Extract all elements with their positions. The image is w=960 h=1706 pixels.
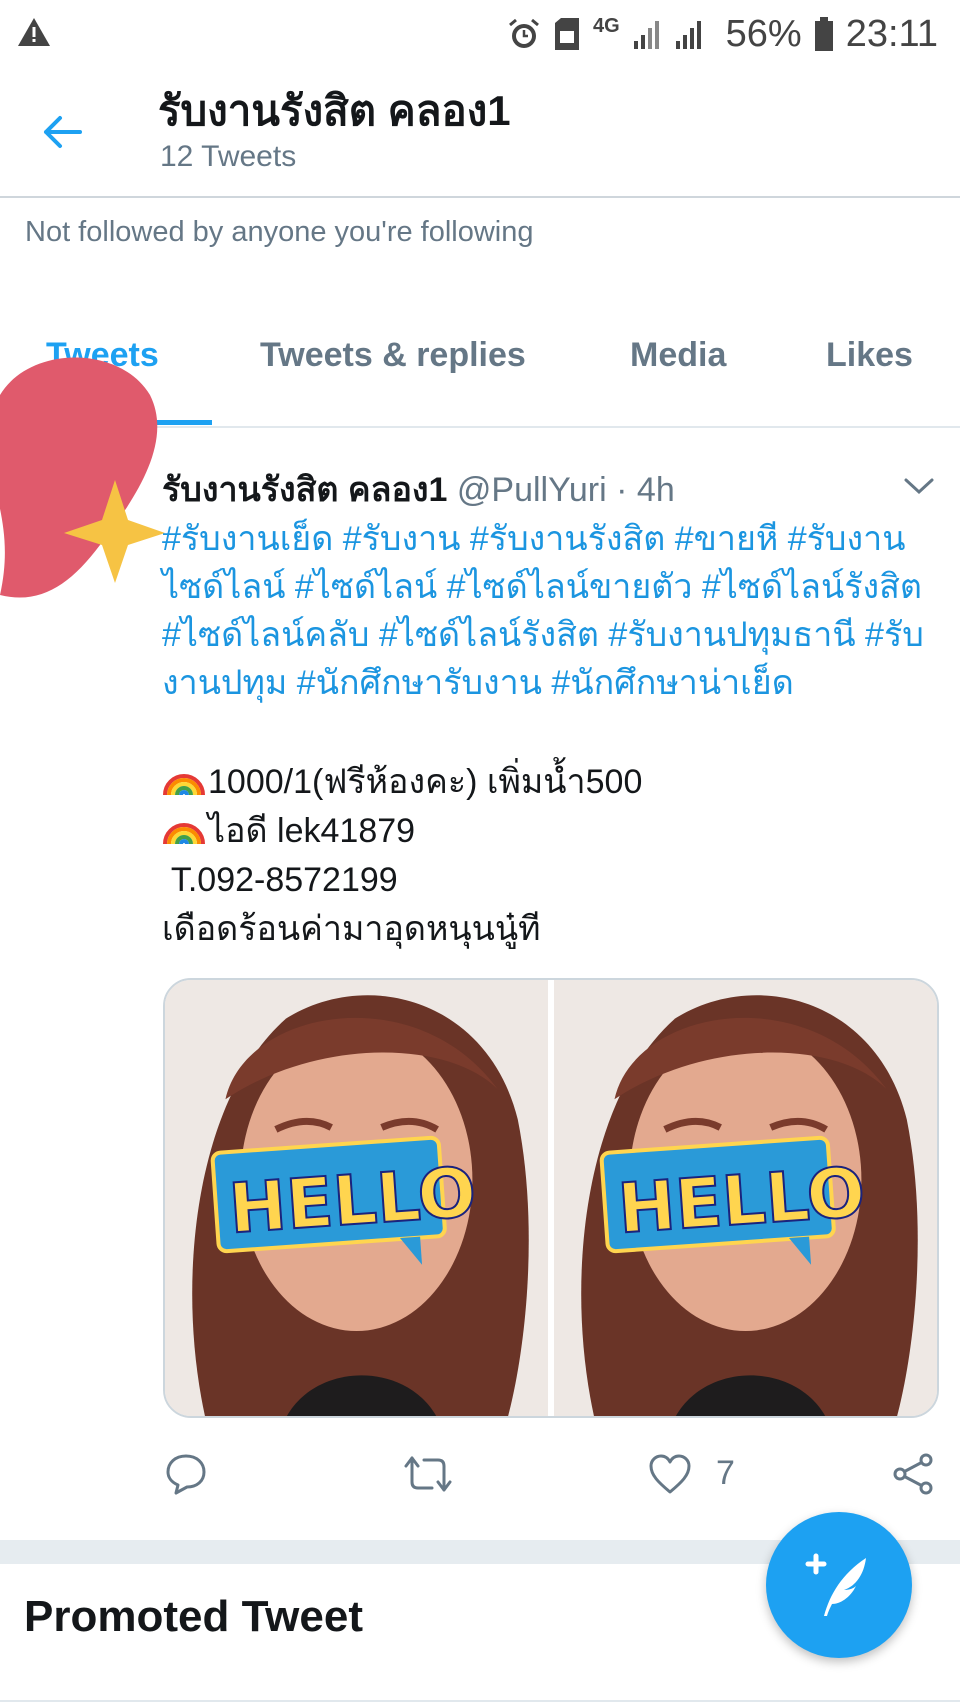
battery-percent: 56% <box>725 12 802 55</box>
tab-tweets-replies[interactable]: Tweets & replies <box>260 336 526 375</box>
warning-icon <box>18 18 50 46</box>
like-count: 7 <box>716 1454 735 1492</box>
signal-icon <box>633 21 701 49</box>
battery-icon <box>814 17 833 51</box>
hashtag-text[interactable]: #รับงานเย็ด #รับงาน #รับงานรังสิต #ขายหี… <box>162 520 924 702</box>
compose-tweet-button[interactable] <box>766 1512 912 1658</box>
tweet-line: 1000/1(ฟรีห้องคะ) เพิ่มน้ำ500 <box>162 758 642 807</box>
tweet-actions: 7 <box>0 1452 960 1508</box>
retweet-icon[interactable] <box>404 1452 452 1496</box>
price-line: 1000/1(ฟรีห้องคะ) เพิ่มน้ำ500 <box>208 763 643 801</box>
rainbow-icon <box>163 774 205 796</box>
back-arrow-icon[interactable] <box>38 108 86 156</box>
tweet-media: HELLO HELLO <box>163 978 939 1418</box>
tweet-header: รับงานรังสิต คลอง1 @PullYuri · 4h <box>162 462 675 516</box>
separator-dot: · <box>616 471 628 509</box>
sim-icon <box>554 18 579 50</box>
chevron-down-icon[interactable] <box>902 474 936 498</box>
line-id: ไอดี lek41879 <box>208 812 416 850</box>
tab-media[interactable]: Media <box>630 336 726 375</box>
rainbow-icon <box>163 823 205 845</box>
tweet-time: 4h <box>636 471 675 509</box>
followers-note: Not followed by anyone you're following <box>25 216 534 248</box>
photo-face-illustration: HELLO <box>554 980 937 1416</box>
promoted-tweet-heading: Promoted Tweet <box>24 1592 364 1641</box>
photo-face-illustration: HELLO <box>165 980 548 1416</box>
tab-likes[interactable]: Likes <box>826 336 913 375</box>
network-type: 4G <box>592 14 620 37</box>
tweet-body: 1000/1(ฟรีห้องคะ) เพิ่มน้ำ500 ไอดี lek41… <box>162 758 642 954</box>
share-icon[interactable] <box>892 1452 936 1496</box>
tweet-hashtags[interactable]: #รับงานเย็ด #รับงาน #รับงานรังสิต #ขายหี… <box>162 515 942 707</box>
clock: 23:11 <box>845 12 938 55</box>
tweet-author-name[interactable]: รับงานรังสิต คลอง1 <box>162 471 447 509</box>
compose-feather-icon <box>805 1553 866 1616</box>
like-heart-icon[interactable] <box>648 1452 692 1496</box>
profile-header: รับงานรังสิต คลอง1 12 Tweets <box>0 68 960 198</box>
tweet-photo[interactable]: HELLO <box>165 980 548 1416</box>
tweet-photo[interactable]: HELLO <box>554 980 937 1416</box>
alarm-icon <box>509 18 539 48</box>
page-title: รับงานรังสิต คลอง1 <box>158 87 511 134</box>
tweet-author-handle[interactable]: @PullYuri <box>457 471 607 509</box>
closing-line: เดือดร้อนค่ามาอุดหนุนนู๋ที <box>162 910 541 948</box>
status-bar: 4G 56% 23:11 <box>0 0 960 68</box>
tweet-count: 12 Tweets <box>160 140 297 173</box>
divider <box>0 1700 960 1702</box>
tweet-line: ไอดี lek41879 <box>162 807 642 856</box>
phone-line: T.092-8572199 <box>162 861 398 899</box>
reply-icon[interactable] <box>164 1452 208 1496</box>
